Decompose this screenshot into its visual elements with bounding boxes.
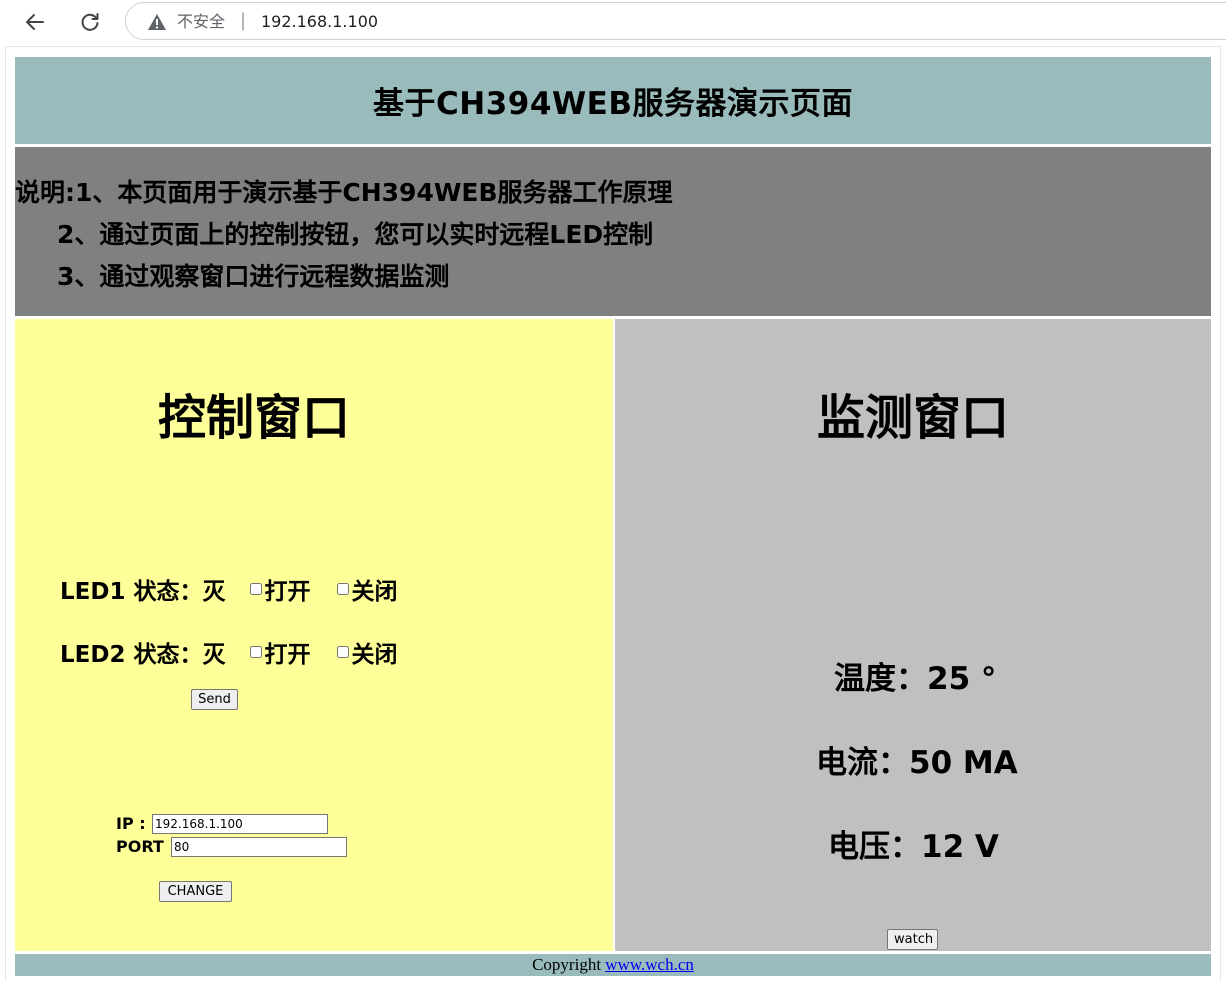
current-reading: 电流：50 MA [816, 745, 1018, 781]
ip-label: IP : [116, 814, 146, 833]
description-line-3: 3、通过观察窗口进行远程数据监测 [57, 262, 450, 291]
led1-close-label[interactable]: 关闭 [351, 572, 397, 606]
monitor-panel-title: 监测窗口 [817, 390, 1010, 446]
browser-toolbar: 不安全 | 192.168.1.100 [0, 0, 1226, 44]
description-box: 说明:1、本页面用于演示基于CH394WEB服务器工作原理 2、通过页面上的控制… [15, 147, 1211, 316]
port-label: PORT : [116, 837, 176, 856]
watch-button[interactable]: watch [887, 929, 938, 950]
temperature-reading: 温度：25 ° [834, 661, 997, 697]
send-button[interactable]: Send [191, 689, 238, 710]
led2-close-checkbox[interactable] [337, 646, 350, 658]
reload-button[interactable] [74, 6, 106, 38]
url-text[interactable]: 192.168.1.100 [261, 12, 378, 32]
page-footer: Copyright www.wch.cn [15, 954, 1211, 976]
ip-input[interactable] [152, 814, 328, 834]
description-line-1: 说明:1、本页面用于演示基于CH394WEB服务器工作原理 [15, 178, 673, 207]
back-button[interactable] [19, 6, 51, 38]
led2-open-label[interactable]: 打开 [264, 635, 310, 669]
voltage-reading: 电压：12 V [828, 829, 999, 865]
reload-icon [81, 13, 99, 31]
address-separator: | [240, 10, 247, 31]
led1-row: LED1 状态： 灭 打开 关闭 [60, 573, 397, 605]
led1-label: LED1 状态： [60, 579, 203, 605]
warning-icon[interactable] [147, 12, 167, 32]
led2-open-checkbox[interactable] [250, 646, 263, 658]
footer-link[interactable]: www.wch.cn [605, 955, 694, 974]
copyright-text: Copyright [532, 955, 602, 974]
led1-open-label[interactable]: 打开 [264, 572, 310, 606]
monitor-panel: 监测窗口 温度：25 ° 电流：50 MA 电压：12 V watch [615, 319, 1211, 951]
led2-state: 灭 [202, 642, 226, 668]
led1-state: 灭 [202, 579, 226, 605]
change-button[interactable]: CHANGE [159, 881, 232, 902]
control-panel: 控制窗口 LED1 状态： 灭 打开 关闭 LED2 状态： 灭 打开 关闭 S… [15, 319, 613, 951]
control-panel-title: 控制窗口 [158, 390, 351, 446]
address-bar[interactable]: 不安全 | 192.168.1.100 [125, 2, 1226, 40]
description-line-2: 2、通过页面上的控制按钮，您可以实时远程LED控制 [57, 220, 654, 249]
led1-open-checkbox[interactable] [250, 583, 263, 595]
led1-close-checkbox[interactable] [337, 583, 350, 595]
led2-label: LED2 状态： [60, 642, 203, 668]
led2-row: LED2 状态： 灭 打开 关闭 [60, 636, 397, 668]
page-title: 基于CH394WEB服务器演示页面 [373, 86, 853, 122]
port-input[interactable] [171, 837, 347, 857]
security-label[interactable]: 不安全 [177, 12, 225, 32]
back-arrow-icon [26, 14, 44, 30]
page-header: 基于CH394WEB服务器演示页面 [15, 57, 1211, 144]
led2-close-label[interactable]: 关闭 [351, 635, 397, 669]
